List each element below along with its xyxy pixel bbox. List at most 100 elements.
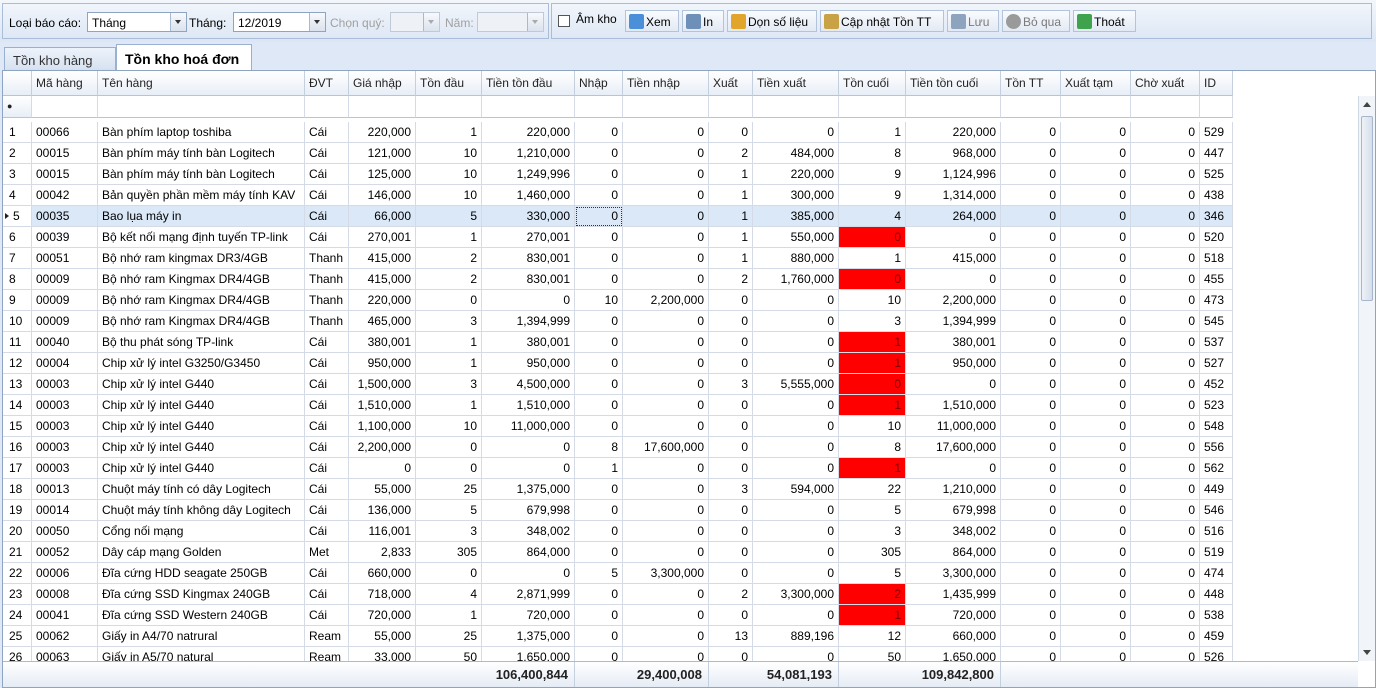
cell-gia-nhap[interactable]: 1,100,000 (349, 416, 416, 437)
cell-xuat[interactable]: 0 (709, 563, 753, 584)
cell-nhap[interactable]: 0 (575, 605, 623, 626)
cell-dvt[interactable]: Cái (305, 458, 349, 479)
cell-row-num[interactable]: 15 (3, 416, 32, 437)
cell-xuat[interactable]: 0 (709, 458, 753, 479)
cell-ton-dau[interactable]: 25 (416, 626, 482, 647)
filter-cell-ton-cuoi[interactable] (839, 96, 906, 118)
cell-xuat-tam[interactable]: 0 (1061, 185, 1131, 206)
cell-id[interactable]: 527 (1200, 353, 1233, 374)
cell-gia-nhap[interactable]: 55,000 (349, 479, 416, 500)
cell-xuat[interactable]: 0 (709, 122, 753, 143)
cell-gia-nhap[interactable]: 380,001 (349, 332, 416, 353)
cell-id[interactable]: 525 (1200, 164, 1233, 185)
cell-tien-nhap[interactable]: 17,600,000 (623, 437, 709, 458)
cell-ma-hang[interactable]: 00008 (32, 584, 98, 605)
column-header-cho-xuat[interactable]: Chờ xuất (1131, 71, 1200, 96)
cell-xuat[interactable]: 0 (709, 332, 753, 353)
skip-button[interactable]: Bỏ qua (1002, 10, 1070, 32)
cell-tien-xuat[interactable]: 0 (753, 605, 839, 626)
cell-gia-nhap[interactable]: 66,000 (349, 206, 416, 227)
cell-dvt[interactable]: Cái (305, 122, 349, 143)
cell-xuat-tam[interactable]: 0 (1061, 416, 1131, 437)
cell-tien-ton-dau[interactable]: 330,000 (482, 206, 575, 227)
cell-gia-nhap[interactable]: 125,000 (349, 164, 416, 185)
cell-ma-hang[interactable]: 00042 (32, 185, 98, 206)
cell-tien-xuat[interactable]: 0 (753, 395, 839, 416)
cell-tien-xuat[interactable]: 0 (753, 437, 839, 458)
cell-ten-hang[interactable]: Bộ nhớ ram Kingmax DR4/4GB (98, 269, 305, 290)
cell-row-num[interactable]: 1 (3, 122, 32, 143)
cell-id[interactable]: 538 (1200, 605, 1233, 626)
cell-cho-xuat[interactable]: 0 (1131, 374, 1200, 395)
cell-ma-hang[interactable]: 00052 (32, 542, 98, 563)
cell-ton-tt[interactable]: 0 (1001, 584, 1061, 605)
tab-stock-invoice[interactable]: Tồn kho hoá đơn (116, 44, 252, 71)
cell-ma-hang[interactable]: 00013 (32, 479, 98, 500)
cell-xuat[interactable]: 2 (709, 143, 753, 164)
cell-id[interactable]: 537 (1200, 332, 1233, 353)
cell-ten-hang[interactable]: Bộ nhớ ram kingmax DR3/4GB (98, 248, 305, 269)
cell-xuat-tam[interactable]: 0 (1061, 353, 1131, 374)
cell-ton-cuoi[interactable]: 305 (839, 542, 906, 563)
cell-ton-cuoi[interactable]: 3 (839, 521, 906, 542)
cell-tien-xuat[interactable]: 0 (753, 311, 839, 332)
cell-cho-xuat[interactable]: 0 (1131, 416, 1200, 437)
cell-tien-ton-cuoi[interactable]: 968,000 (906, 143, 1001, 164)
cell-row-num[interactable]: 25 (3, 626, 32, 647)
cell-row-num[interactable]: 8 (3, 269, 32, 290)
cell-ma-hang[interactable]: 00003 (32, 437, 98, 458)
cell-ton-dau[interactable]: 305 (416, 542, 482, 563)
column-header-xuat-tam[interactable]: Xuất tạm (1061, 71, 1131, 96)
cell-dvt[interactable]: Ream (305, 626, 349, 647)
cell-xuat[interactable]: 1 (709, 185, 753, 206)
cell-nhap[interactable]: 0 (575, 626, 623, 647)
cell-xuat-tam[interactable]: 0 (1061, 122, 1131, 143)
cell-id[interactable]: 459 (1200, 626, 1233, 647)
cell-ten-hang[interactable]: Chip xử lý intel G440 (98, 458, 305, 479)
cell-ma-hang[interactable]: 00003 (32, 416, 98, 437)
cell-gia-nhap[interactable]: 2,200,000 (349, 437, 416, 458)
cell-tien-xuat[interactable]: 0 (753, 500, 839, 521)
cell-ma-hang[interactable]: 00035 (32, 206, 98, 227)
cell-ten-hang[interactable]: Cổng nối mạng (98, 521, 305, 542)
chevron-down-icon[interactable] (170, 13, 186, 31)
cell-dvt[interactable]: Cái (305, 563, 349, 584)
chevron-down-icon[interactable] (527, 13, 543, 31)
cell-dvt[interactable]: Cái (305, 185, 349, 206)
cell-ton-cuoi[interactable]: 5 (839, 563, 906, 584)
cell-nhap[interactable]: 0 (575, 185, 623, 206)
cell-ten-hang[interactable]: Dây cáp mạng Golden (98, 542, 305, 563)
filter-cell-id[interactable] (1200, 96, 1233, 118)
cell-tien-xuat[interactable]: 1,760,000 (753, 269, 839, 290)
cell-ton-cuoi[interactable]: 4 (839, 206, 906, 227)
cell-tien-ton-cuoi[interactable]: 679,998 (906, 500, 1001, 521)
cell-tien-ton-cuoi[interactable]: 415,000 (906, 248, 1001, 269)
cell-nhap[interactable]: 0 (575, 227, 623, 248)
cell-tien-nhap[interactable]: 0 (623, 122, 709, 143)
cell-ton-dau[interactable]: 0 (416, 437, 482, 458)
cell-cho-xuat[interactable]: 0 (1131, 500, 1200, 521)
filter-cell-ton-dau[interactable] (416, 96, 482, 118)
column-header-tien-ton-dau[interactable]: Tiền tồn đầu (482, 71, 575, 96)
cell-ton-tt[interactable]: 0 (1001, 521, 1061, 542)
cell-tien-nhap[interactable]: 0 (623, 584, 709, 605)
vertical-scrollbar[interactable] (1358, 96, 1375, 661)
cell-tien-ton-dau[interactable]: 1,210,000 (482, 143, 575, 164)
cell-cho-xuat[interactable]: 0 (1131, 311, 1200, 332)
cell-nhap[interactable]: 0 (575, 122, 623, 143)
cell-cho-xuat[interactable]: 0 (1131, 185, 1200, 206)
cell-tien-ton-cuoi[interactable]: 1,510,000 (906, 395, 1001, 416)
cell-tien-xuat[interactable]: 385,000 (753, 206, 839, 227)
cell-tien-ton-dau[interactable]: 1,375,000 (482, 626, 575, 647)
cell-tien-xuat[interactable]: 880,000 (753, 248, 839, 269)
cell-tien-ton-cuoi[interactable]: 17,600,000 (906, 437, 1001, 458)
cell-tien-ton-dau[interactable]: 1,394,999 (482, 311, 575, 332)
cell-ton-dau[interactable]: 5 (416, 206, 482, 227)
cell-xuat[interactable]: 0 (709, 416, 753, 437)
report-type-select[interactable]: Tháng (87, 12, 187, 32)
cell-ton-cuoi[interactable]: 0 (839, 269, 906, 290)
cell-ma-hang[interactable]: 00003 (32, 395, 98, 416)
cell-nhap[interactable]: 0 (575, 374, 623, 395)
cell-id[interactable]: 447 (1200, 143, 1233, 164)
filter-cell-gia-nhap[interactable] (349, 96, 416, 118)
